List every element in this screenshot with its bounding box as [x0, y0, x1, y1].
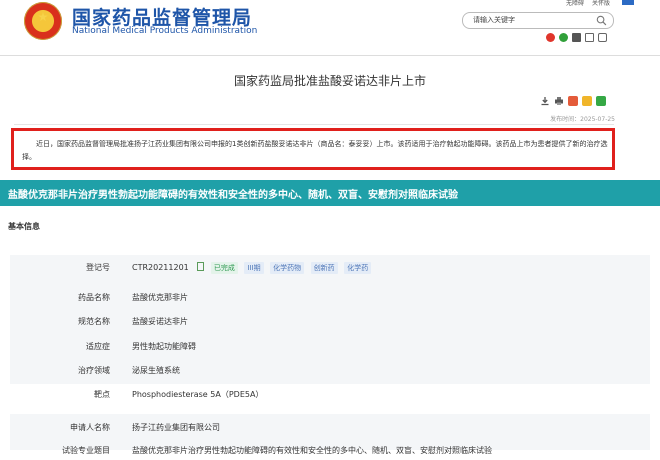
mobile-icon[interactable] [572, 32, 581, 42]
search-input[interactable] [473, 14, 593, 26]
tag-badge: III期 [244, 262, 264, 274]
applicant-info-table: 申请人名称 扬子江药业集团有限公司 试验专业题目 盐酸优克那非片治疗男性勃起功能… [10, 414, 650, 455]
info-row: 药品名称 盐酸优克那非片 [10, 289, 650, 307]
tag-badge: 化学药 [344, 262, 372, 274]
info-label: 申请人名称 [70, 423, 110, 432]
social-share-bar [546, 32, 607, 42]
info-row: 靶点 Phosphodiesterase 5A（PDE5A） [10, 386, 650, 404]
article-summary: 近日，国家药品监督管理局批准扬子江药业集团有限公司申报的1类创新药盐酸妥诺达非片… [22, 140, 608, 161]
document-icon[interactable] [197, 262, 205, 271]
info-label: 适应症 [86, 342, 110, 351]
tag-badge: 创新药 [310, 262, 338, 274]
info-value: 泌尿生殖系统 [132, 366, 180, 375]
info-row-applicant: 申请人名称 扬子江药业集团有限公司 [10, 419, 650, 437]
trial-title: 盐酸优克那非片治疗男性勃起功能障碍的有效性和安全性的多中心、随机、双盲、安慰剂对… [8, 190, 458, 201]
print-icon[interactable] [554, 96, 564, 106]
info-label: 药品名称 [78, 293, 110, 302]
share-wechat-icon[interactable] [596, 96, 606, 106]
info-value: Phosphodiesterase 5A（PDE5A） [132, 390, 264, 399]
header-divider [0, 55, 660, 56]
site-header: 国家药品监督管理局 National Medical Products Admi… [0, 0, 660, 52]
article-divider [14, 124, 614, 125]
info-value: 男性勃起功能障碍 [132, 342, 196, 351]
info-label: 靶点 [94, 390, 110, 399]
info-row: 规范名称 盐酸妥诺达非片 [10, 313, 650, 331]
info-label: 规范名称 [78, 317, 110, 326]
info-value: 盐酸优克那非片治疗男性勃起功能障碍的有效性和安全性的多中心、随机、双盲、安慰剂对… [132, 446, 492, 455]
registration-number[interactable]: CTR20211201 [132, 263, 189, 272]
national-emblem-icon[interactable] [24, 2, 62, 40]
trial-title-banner: 盐酸优克那非片治疗男性勃起功能障碍的有效性和安全性的多中心、随机、双盲、安慰剂对… [0, 180, 660, 206]
info-row: 治疗领域 泌尿生殖系统 [10, 362, 650, 380]
info-value: 盐酸妥诺达非片 [132, 317, 188, 326]
share-qzone-icon[interactable] [582, 96, 592, 106]
highlighted-summary-box: 近日，国家药品监督管理局批准扬子江药业集团有限公司申报的1类创新药盐酸妥诺达非片… [11, 128, 615, 170]
article-tools [540, 96, 606, 106]
language-switch-button[interactable] [622, 0, 634, 5]
info-row: 适应症 男性勃起功能障碍 [10, 338, 650, 356]
page-title: 国家药监局批准盐酸妥诺达非片上市 [233, 74, 426, 88]
info-label: 试验专业题目 [62, 446, 110, 455]
email-icon[interactable] [585, 32, 594, 42]
publish-date: 发布时间：2025-07-25 [550, 116, 615, 123]
user-icon[interactable] [598, 32, 607, 42]
top-links: 无障碍 关怀版 [566, 0, 616, 7]
basic-info-table: 登记号 CTR20211201 已完成 III期 化学药物 创新药 化学药 药品… [10, 255, 650, 389]
care-mode-link[interactable]: 关怀版 [592, 0, 610, 7]
weibo-icon[interactable] [546, 32, 555, 42]
search-icon[interactable] [596, 15, 607, 26]
site-name-en: National Medical Products Administration [72, 26, 258, 36]
download-icon[interactable] [540, 96, 550, 106]
info-label: 治疗领域 [78, 366, 110, 375]
target-row-container: 靶点 Phosphodiesterase 5A（PDE5A） [10, 384, 650, 406]
status-badge: 已完成 [210, 262, 238, 274]
section-label-basic-info: 基本信息 [8, 222, 40, 231]
info-label: 登记号 [86, 263, 110, 272]
share-weibo-icon[interactable] [568, 96, 578, 106]
tag-badge: 化学药物 [270, 262, 305, 274]
info-row-registration: 登记号 CTR20211201 已完成 III期 化学药物 创新药 化学药 [10, 259, 650, 277]
info-value: 扬子江药业集团有限公司 [132, 423, 220, 432]
info-value: 盐酸优克那非片 [132, 293, 188, 302]
accessibility-link[interactable]: 无障碍 [566, 0, 584, 7]
wechat-icon[interactable] [559, 32, 568, 42]
info-row-trial-title: 试验专业题目 盐酸优克那非片治疗男性勃起功能障碍的有效性和安全性的多中心、随机、… [10, 442, 650, 460]
info-value: CTR20211201 已完成 III期 化学药物 创新药 化学药 [132, 262, 372, 274]
search-box[interactable] [462, 12, 614, 29]
